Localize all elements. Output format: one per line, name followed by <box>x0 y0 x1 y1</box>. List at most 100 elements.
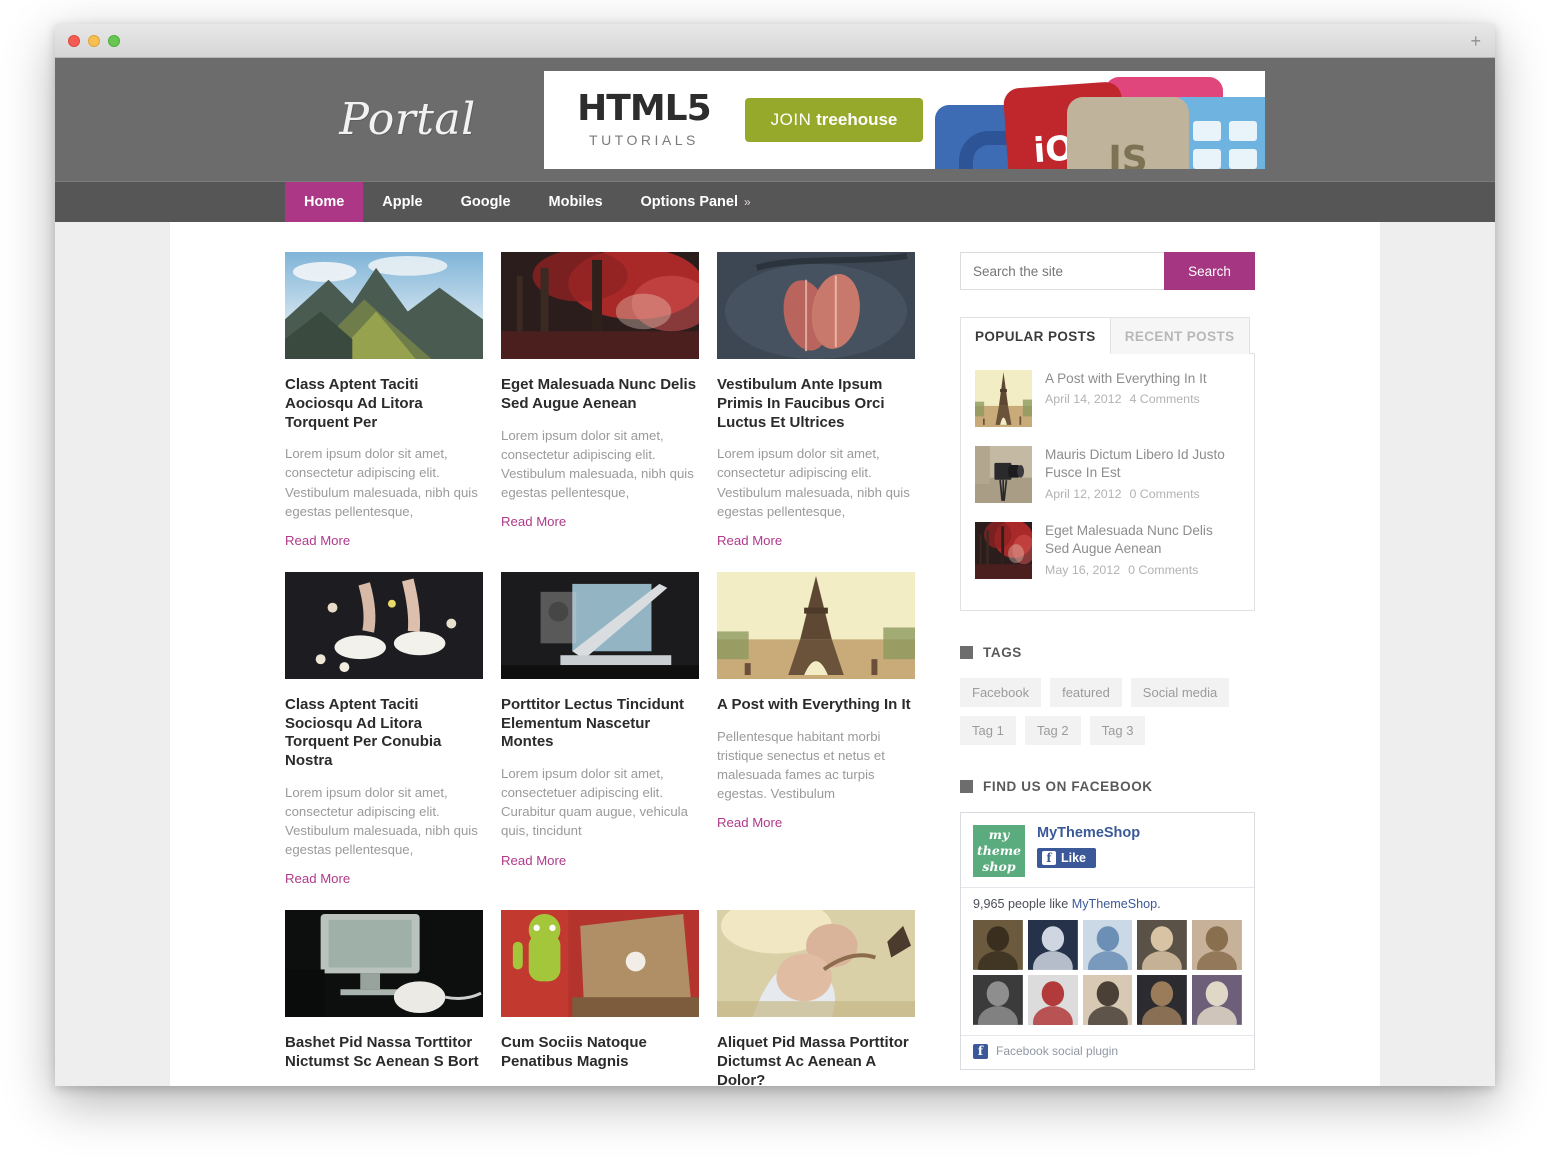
post-thumbnail[interactable] <box>285 571 483 679</box>
nav-item-mobiles[interactable]: Mobiles <box>530 182 622 222</box>
facebook-friend-avatar[interactable] <box>1137 974 1188 1025</box>
banner-ad[interactable]: HTML5 TUTORIALS JOIN treehouse iOS JS <box>544 70 1265 169</box>
post-thumbnail[interactable] <box>501 910 699 1018</box>
facebook-friend-avatar[interactable] <box>1192 920 1242 970</box>
read-more-link[interactable]: Read More <box>285 533 350 548</box>
post-card: Class Aptent Taciti Aociosqu Ad Litora T… <box>285 252 483 550</box>
tabs-header: POPULAR POSTS RECENT POSTS <box>960 317 1255 354</box>
close-window-button[interactable] <box>68 34 80 47</box>
facebook-friend-avatar[interactable] <box>973 974 1023 1025</box>
post-thumbnail[interactable] <box>717 910 915 1018</box>
facebook-page-name[interactable]: MyThemeShop <box>1037 825 1140 841</box>
popular-post-thumbnail[interactable] <box>975 446 1032 503</box>
tab-popular-posts[interactable]: POPULAR POSTS <box>960 317 1111 354</box>
nav-item-google[interactable]: Google <box>442 182 530 222</box>
facebook-widget: FIND US ON FACEBOOK my theme shop MyThem… <box>960 779 1255 1070</box>
facebook-friend-avatar[interactable] <box>1137 920 1188 970</box>
read-more-link[interactable]: Read More <box>501 853 566 868</box>
post-title[interactable]: Cum Sociis Natoque Penatibus Magnis <box>501 1034 699 1072</box>
like-count-page-link[interactable]: MyThemeShop <box>1072 897 1157 911</box>
square-bullet-icon <box>960 646 973 659</box>
post-title[interactable]: Eget Malesuada Nunc Delis Sed Augue Aene… <box>501 376 699 414</box>
nav-item-apple[interactable]: Apple <box>363 182 441 222</box>
search-input[interactable] <box>960 252 1164 290</box>
facebook-widget-title: FIND US ON FACEBOOK <box>960 779 1255 794</box>
post-thumbnail[interactable] <box>501 571 699 679</box>
post-thumbnail[interactable] <box>285 252 483 359</box>
post-excerpt: Lorem ipsum dolor sit amet, consectetur … <box>501 427 694 500</box>
window-controls <box>68 34 120 47</box>
popular-posts-list: A Post with Everything In It April 14, 2… <box>960 353 1255 611</box>
post-thumbnail[interactable] <box>717 252 915 359</box>
tab-recent-posts[interactable]: RECENT POSTS <box>1109 317 1250 354</box>
facebook-like-count: 9,965 people like MyThemeShop. <box>961 887 1254 920</box>
avatar-line-1: my <box>988 827 1010 842</box>
chevron-right-icon: » <box>744 195 751 209</box>
post-card: Vestibulum Ante Ipsum Primis In Faucibus… <box>717 252 915 550</box>
popular-post-meta: April 12, 2012 0 Comments <box>1045 487 1240 501</box>
read-more-link[interactable]: Read More <box>285 871 350 886</box>
square-bullet-icon <box>960 780 973 793</box>
facebook-widget-title-label: FIND US ON FACEBOOK <box>983 779 1153 794</box>
main-navigation: Home Apple Google Mobiles Options Panel » <box>55 181 1495 222</box>
tag-link[interactable]: Tag 2 <box>1024 716 1081 745</box>
banner-cta-button[interactable]: JOIN treehouse <box>744 97 924 142</box>
banner-headline: HTML5 <box>577 88 711 129</box>
post-thumbnail[interactable] <box>717 571 915 679</box>
tag-link[interactable]: Tag 1 <box>960 716 1016 745</box>
site-logo[interactable]: Portal <box>285 94 530 145</box>
new-tab-button[interactable]: + <box>1470 32 1481 50</box>
popular-post-date: April 12, 2012 <box>1045 486 1122 501</box>
like-count-prefix: 9,965 people like <box>973 897 1072 911</box>
post-card: Cum Sociis Natoque Penatibus Magnis Lore… <box>501 910 699 1086</box>
facebook-friend-avatar[interactable] <box>1192 974 1242 1025</box>
post-thumbnail[interactable] <box>285 910 483 1018</box>
popular-post-thumbnail[interactable] <box>975 370 1032 427</box>
maximize-window-button[interactable] <box>108 34 120 47</box>
read-more-link[interactable]: Read More <box>717 815 782 830</box>
post-card: A Post with Everything In It Pellentesqu… <box>717 571 915 889</box>
post-title[interactable]: Class Aptent Taciti Aociosqu Ad Litora T… <box>285 376 483 432</box>
read-more-link[interactable]: Read More <box>717 533 782 548</box>
facebook-friend-avatar[interactable] <box>1027 920 1078 970</box>
facebook-friend-avatar[interactable] <box>1082 920 1133 970</box>
popular-post-title[interactable]: Eget Malesuada Nunc Delis Sed Augue Aene… <box>1045 522 1240 559</box>
posts-tabs-widget: POPULAR POSTS RECENT POSTS A Post with Ev… <box>960 317 1255 611</box>
facebook-friend-avatar[interactable] <box>973 920 1023 970</box>
post-thumbnail[interactable] <box>501 252 699 359</box>
tag-link[interactable]: Social media <box>1130 678 1230 707</box>
popular-post-date: May 16, 2012 <box>1045 562 1121 577</box>
facebook-friend-avatar[interactable] <box>1082 974 1133 1025</box>
post-title[interactable]: Porttitor Lectus Tincidunt Elementum Nas… <box>501 696 699 752</box>
tag-link[interactable]: featured <box>1050 678 1122 707</box>
post-title[interactable]: Class Aptent Taciti Sociosqu Ad Litora T… <box>285 696 483 771</box>
post-excerpt: Lorem ipsum dolor sit amet, consectetuer… <box>501 766 688 839</box>
post-card: Porttitor Lectus Tincidunt Elementum Nas… <box>501 571 699 889</box>
nav-item-home[interactable]: Home <box>285 182 364 222</box>
popular-post-thumbnail[interactable] <box>975 522 1032 579</box>
banner-subhead: TUTORIALS <box>589 132 699 148</box>
search-button[interactable]: Search <box>1164 252 1255 290</box>
nav-item-label: Options Panel <box>640 194 739 210</box>
nav-item-options-panel[interactable]: Options Panel » <box>622 182 770 222</box>
popular-post-title[interactable]: A Post with Everything In It <box>1045 370 1207 388</box>
banner-artwork: iOS JS <box>935 71 1265 169</box>
popular-post-item: Mauris Dictum Libero Id Justo Fusce In E… <box>975 446 1240 503</box>
post-title[interactable]: Bashet Pid Nassa Torttitor Nictumst Sc A… <box>285 1034 483 1072</box>
post-title[interactable]: Vestibulum Ante Ipsum Primis In Faucibus… <box>717 376 915 432</box>
post-title[interactable]: Aliquet Pid Massa Porttitor Dictumst Ac … <box>717 1034 915 1086</box>
popular-post-item: Eget Malesuada Nunc Delis Sed Augue Aene… <box>975 522 1240 579</box>
tag-link[interactable]: Facebook <box>960 678 1042 707</box>
sidebar: Search POPULAR POSTSRECENT POSTS A Post … <box>960 252 1255 1086</box>
post-title[interactable]: A Post with Everything In It <box>717 696 915 715</box>
facebook-page-avatar: my theme shop <box>973 825 1025 877</box>
minimize-window-button[interactable] <box>88 34 100 47</box>
read-more-link[interactable]: Read More <box>501 514 566 529</box>
facebook-friend-avatar[interactable] <box>1027 974 1078 1025</box>
facebook-like-button[interactable]: f Like <box>1037 848 1097 868</box>
tag-link[interactable]: Tag 3 <box>1089 716 1146 745</box>
popular-post-title[interactable]: Mauris Dictum Libero Id Justo Fusce In E… <box>1045 446 1240 483</box>
facebook-plugin-label: Facebook social plugin <box>996 1044 1119 1059</box>
post-excerpt: Lorem ipsum dolor sit amet, consectetuer… <box>501 1084 699 1087</box>
popular-post-meta: April 14, 2012 4 Comments <box>1045 392 1207 406</box>
